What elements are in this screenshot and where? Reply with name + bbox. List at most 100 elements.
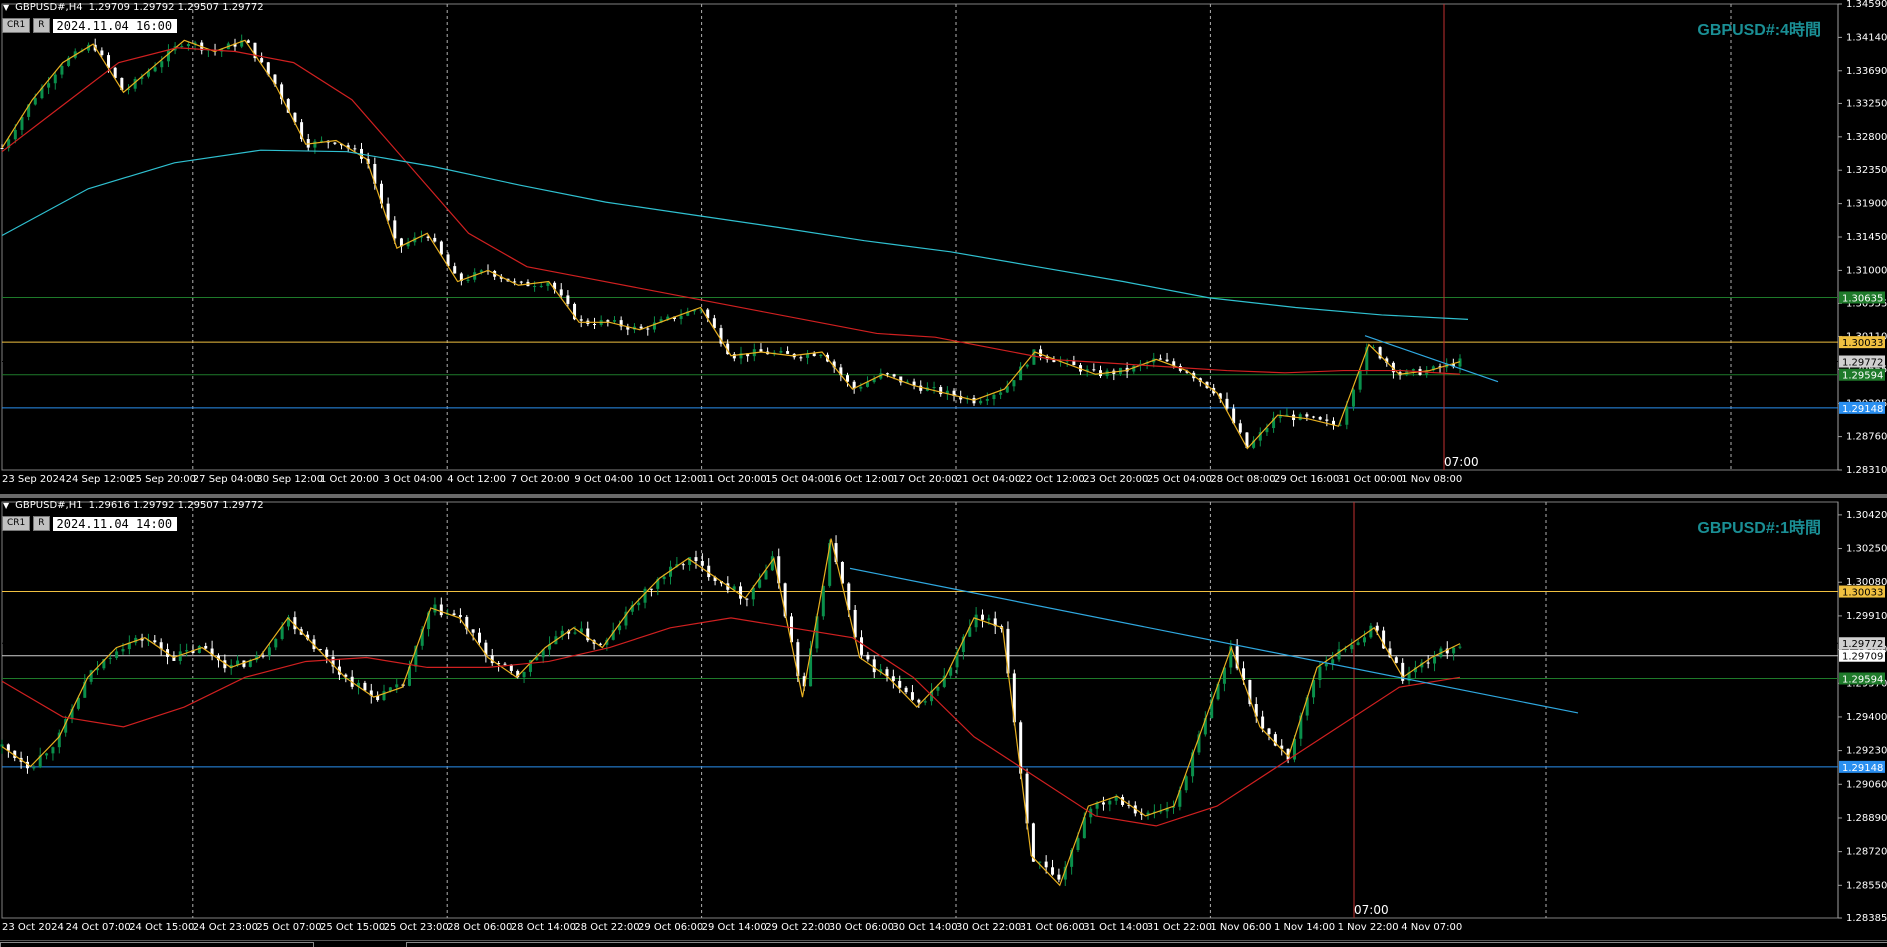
candle-body (1031, 823, 1035, 862)
collapse-triangle-icon[interactable]: ▼ (3, 3, 9, 12)
candle-body (433, 237, 437, 242)
x-tick-label: 24 Oct 07:00 (66, 922, 131, 933)
candle-body (917, 699, 921, 703)
x-tick-label: 4 Nov 07:00 (1401, 922, 1462, 933)
candle-body (503, 663, 507, 665)
candle-body (637, 602, 641, 606)
candle-body (1044, 861, 1048, 868)
y-tick-label: 1.29230 (1846, 746, 1887, 757)
candle-body (100, 50, 104, 56)
candle-body (533, 286, 537, 288)
candle-body (382, 691, 386, 701)
h1-cr1-button[interactable]: CR1 (2, 516, 31, 531)
candle-body (779, 351, 783, 353)
h1-controls: CR1 R 2024.11.04 14:00 (2, 516, 177, 531)
y-tick-label: 1.31450 (1846, 232, 1887, 243)
x-tick-label: 4 Oct 12:00 (447, 474, 506, 485)
h1-chart-pane[interactable]: 23 Oct 2024 24 Oct 07:00 24 Oct 15:00 24 Oc… (0, 498, 1887, 940)
candle-body (1225, 398, 1229, 409)
candle-body (166, 50, 170, 62)
candle-body (1318, 417, 1322, 420)
candle-body (453, 266, 457, 274)
candle-body (646, 328, 650, 330)
h1-r-button[interactable]: R (33, 516, 50, 531)
candle-body (939, 387, 943, 395)
candle-body (0, 744, 4, 747)
candle-body (700, 560, 704, 566)
candle-body (932, 387, 936, 389)
candle-body (1426, 662, 1430, 664)
candle-body (566, 295, 570, 304)
candle-body (694, 557, 698, 561)
x-tick-label: 9 Oct 04:00 (574, 474, 633, 485)
candle-body (293, 617, 297, 630)
h4-cr1-button[interactable]: CR1 (2, 18, 31, 33)
candle-body (1076, 838, 1080, 851)
candle-body (546, 282, 550, 286)
x-tick-label: 29 Oct 22:00 (765, 922, 830, 933)
candle-body (1051, 867, 1055, 875)
candle-body (860, 637, 864, 655)
h4-r-button[interactable]: R (33, 18, 50, 33)
candle-body (178, 651, 182, 661)
candle-body (866, 654, 870, 660)
y-tick-label: 1.32350 (1846, 165, 1887, 176)
x-tick-label: 21 Oct 04:00 (956, 474, 1021, 485)
candle-body (799, 357, 803, 359)
x-tick-label: 30 Oct 06:00 (829, 922, 894, 933)
candle-body (681, 564, 685, 566)
candle-body (1351, 389, 1355, 407)
h1-chart-canvas[interactable]: 23 Oct 2024 24 Oct 07:0024 Oct 15:0024 Oc… (0, 498, 1887, 940)
candle-body (1350, 644, 1354, 650)
candle-body (363, 682, 367, 691)
candle-body (892, 374, 896, 377)
candle-body (186, 43, 190, 47)
candle-body (246, 40, 250, 43)
candle-body (522, 671, 526, 678)
candle-body (45, 753, 49, 756)
x-tick-label: 25 Oct 15:00 (320, 922, 385, 933)
candle-body (519, 281, 523, 283)
candle-body (313, 141, 317, 148)
x-tick-label: 10 Oct 12:00 (638, 474, 703, 485)
candle-body (478, 632, 482, 643)
candle-body (539, 285, 543, 287)
candle-body (153, 67, 157, 72)
x-tick-label: 28 Oct 22:00 (574, 922, 639, 933)
x-tick-label: 29 Oct 16:00 (1274, 474, 1339, 485)
candle-body (819, 354, 823, 357)
price-label: 1.29148 (1842, 404, 1883, 415)
candle-body (979, 400, 983, 404)
candle-body (846, 375, 850, 382)
candle-body (1278, 416, 1282, 418)
y-tick-label: 1.33250 (1846, 98, 1887, 109)
candle-body (992, 394, 996, 400)
h1-datetime-field[interactable]: 2024.11.04 14:00 (52, 516, 177, 531)
candle-body (1114, 797, 1118, 801)
x-tick-label: 17 Oct 20:00 (892, 474, 957, 485)
candle-body (180, 46, 184, 48)
y-tick-label: 1.32800 (1846, 132, 1887, 143)
y-tick-label: 1.28720 (1846, 847, 1887, 858)
y-tick-label: 1.28310 (1846, 465, 1887, 476)
h4-chart-header: ▼ GBPUSD#,H4 1.29709 1.29792 1.29507 1.2… (3, 2, 264, 13)
x-tick-label: 24 Oct 23:00 (193, 922, 258, 933)
h4-chart-pane[interactable]: 23 Sep 2024 24 Sep 12:00 25 Sep 20:00 27 Se… (0, 0, 1887, 498)
candle-body (1305, 414, 1309, 417)
x-tick-label: 24 Sep 12:00 (66, 474, 133, 485)
x-tick-label: 15 Oct 04:00 (765, 474, 830, 485)
candle-body (1362, 637, 1366, 643)
candle-body (606, 320, 610, 322)
h4-datetime-field[interactable]: 2024.11.04 16:00 (52, 18, 177, 33)
time-marker-label: 07:00 (1444, 455, 1479, 469)
candle-body (1101, 802, 1105, 805)
candle-body (679, 315, 683, 320)
candle-body (121, 649, 125, 652)
candle-body (1325, 419, 1329, 421)
x-tick-label: 1 Nov 06:00 (1210, 922, 1271, 933)
h4-chart-canvas[interactable]: 23 Sep 2024 24 Sep 12:0025 Sep 20:0027 Se… (0, 0, 1887, 494)
candle-body (980, 614, 984, 620)
y-tick-label: 1.28760 (1846, 432, 1887, 443)
collapse-triangle-icon[interactable]: ▼ (3, 501, 9, 510)
candle-body (910, 692, 914, 700)
